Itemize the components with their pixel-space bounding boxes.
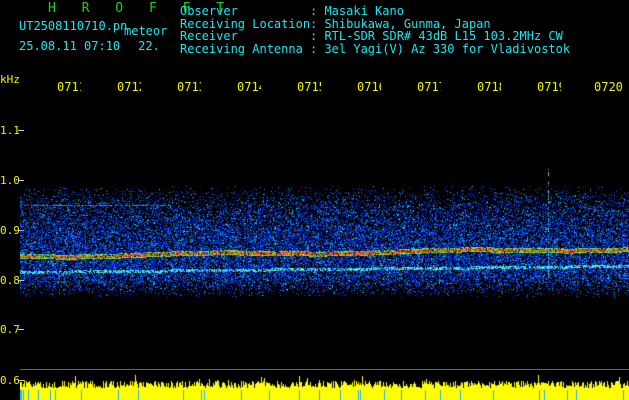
x-tick-label: 0719 [537, 80, 561, 94]
datetime-text: 25.08.11 07:10 [19, 39, 121, 53]
spectrogram [20, 98, 629, 400]
x-tick-label: 0714 [237, 80, 261, 94]
info-value: : RTL-SDR SDR# 43dB L15 103.2MHz CW [310, 29, 563, 43]
x-tick-label: 0711 [57, 80, 81, 94]
x-tick-label: 0716 [357, 80, 381, 94]
file-name: UT2508110710.pn [19, 19, 128, 33]
x-tick-label: 0715 [297, 80, 321, 94]
meteor-label: meteor [124, 24, 168, 38]
info-label: Receiver [180, 29, 238, 43]
info-labels: Observer Receiving Location Receiver Rec… [180, 5, 310, 55]
info-values: : Masaki Kano : Shibukawa, Gunma, Japan … [310, 5, 570, 55]
y-tick-label: 0.9 [0, 224, 20, 237]
x-tick-label: 0713 [177, 80, 201, 94]
axis-unit: kHz [0, 73, 20, 86]
y-tick-label: 1.1 [0, 124, 20, 137]
info-label: Receiving Antenna [180, 41, 303, 56]
y-tick-label: 0.7 [0, 323, 20, 336]
y-tick-label: 1.0 [0, 174, 20, 187]
info-label: Observer [180, 4, 238, 18]
info-value: : Masaki Kano [310, 4, 404, 18]
y-tick-label: 0.6 [0, 374, 20, 387]
x-tick-label: 0712 [117, 80, 141, 94]
x-tick-label: 0718 [477, 80, 501, 94]
y-tick-label: 0.8 [0, 274, 20, 287]
extra-value: 22. [138, 39, 160, 53]
amplitude-baseline [20, 369, 629, 370]
x-tick-label: 0717 [417, 80, 441, 94]
spectrogram-canvas [20, 98, 629, 400]
info-value: : 3el Yagi(V) Az 330 for Vladivostok [310, 41, 571, 56]
capture-datetime: 25.08.11 07:10 22. [19, 40, 160, 53]
x-tick-label: 0720 [594, 80, 623, 94]
